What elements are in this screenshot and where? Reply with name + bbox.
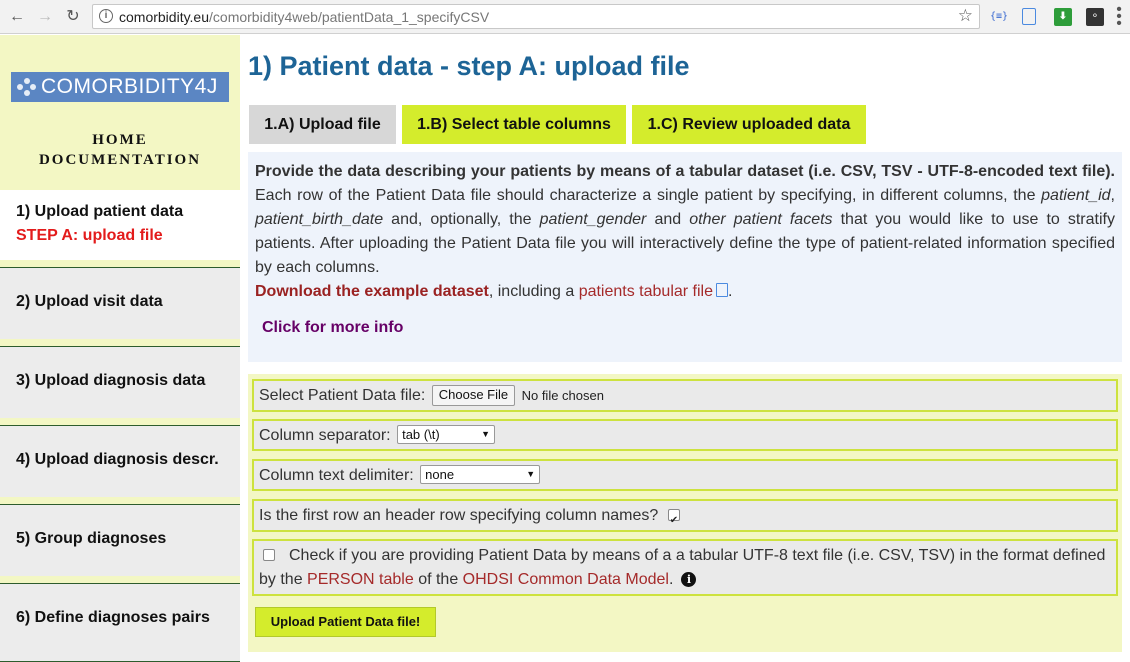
omop-format-option: Check if you are providing Patient Data … — [252, 539, 1118, 596]
address-bar[interactable]: i comorbidity.eu/comorbidity4web/patient… — [92, 4, 980, 29]
forward-arrow-icon[interactable]: → — [34, 6, 56, 28]
tab-upload-file[interactable]: 1.A) Upload file — [249, 105, 396, 144]
omop-format-checkbox[interactable] — [263, 549, 275, 561]
sidebar-item-define-diagnoses-pairs[interactable]: 6) Define diagnoses pairs — [0, 583, 240, 662]
instructions-box: Provide the data describing your patient… — [248, 152, 1122, 362]
logo[interactable]: COMORBIDITY4J — [11, 72, 229, 102]
browser-toolbar: ← → ↻ i comorbidity.eu/comorbidity4web/p… — [0, 0, 1130, 34]
person-table-link[interactable]: PERSON table — [307, 571, 414, 588]
sidebar-item-upload-patient-data[interactable]: 1) Upload patient data STEP A: upload fi… — [0, 190, 240, 260]
sidebar-item-label: 6) Define diagnoses pairs — [16, 609, 210, 626]
bulb-extension-icon[interactable]: ⚬ — [1086, 8, 1104, 26]
more-info-link[interactable]: Click for more info — [262, 316, 403, 340]
sidebar-item-label: 3) Upload diagnosis data — [16, 372, 206, 389]
file-select-row: Select Patient Data file: Choose File No… — [252, 379, 1118, 412]
instructions-text: Each row of the Patient Data file should… — [255, 187, 1042, 204]
info-icon[interactable]: i — [681, 572, 697, 587]
term-patient-gender: patient_gender — [539, 211, 647, 228]
url-text: comorbidity.eu/comorbidity4web/patientDa… — [119, 9, 489, 25]
file-status-text: No file chosen — [521, 388, 604, 403]
column-separator-select[interactable]: tab (\t) ▼ — [397, 425, 496, 444]
patients-tabular-file-link[interactable]: patients tabular file — [579, 283, 713, 300]
text-delimiter-label: Column text delimiter: — [259, 467, 414, 484]
sidebar-item-label: 5) Group diagnoses — [16, 530, 167, 547]
download-text: , including a — [488, 283, 579, 300]
sidebar-item-substep: STEP A: upload file — [16, 227, 163, 244]
instructions-lead: Provide the data describing your patient… — [255, 163, 1115, 180]
url-domain: comorbidity.eu — [119, 9, 210, 25]
sidebar-item-label: 4) Upload diagnosis descr. — [16, 451, 219, 468]
column-separator-value: tab (\t) — [402, 427, 440, 442]
text-delimiter-select[interactable]: none ▼ — [420, 465, 541, 484]
nav-home-link[interactable]: HOME — [0, 132, 240, 149]
term-patient-id: patient_id — [1041, 187, 1111, 204]
omop-format-text: . — [668, 571, 674, 588]
header-row-label: Is the first row an header row specifyin… — [259, 507, 659, 524]
dropdown-caret-icon: ▼ — [526, 469, 536, 479]
download-text-end: . — [728, 283, 733, 300]
text-delimiter-row: Column text delimiter: none ▼ — [252, 459, 1118, 491]
text-delimiter-value: none — [425, 467, 455, 482]
upload-form: Select Patient Data file: Choose File No… — [248, 374, 1122, 652]
site-info-icon[interactable]: i — [99, 9, 113, 23]
file-download-icon[interactable] — [716, 283, 728, 297]
bookmark-star-icon[interactable]: ☆ — [958, 6, 973, 26]
header-row-checkbox[interactable] — [667, 506, 680, 536]
omop-format-text: of the — [413, 571, 463, 588]
reload-icon[interactable]: ↻ — [62, 6, 84, 28]
term-patient-birth-date: patient_birth_date — [255, 211, 384, 228]
sidebar-item-upload-diagnosis-data[interactable]: 3) Upload diagnosis data — [0, 346, 240, 418]
term-other-patient-facets: other patient facets — [689, 211, 833, 228]
instructions-text: and — [646, 211, 690, 228]
dropdown-caret-icon: ▼ — [481, 429, 491, 439]
json-extension-icon[interactable]: {≡} — [990, 8, 1008, 26]
column-separator-label: Column separator: — [259, 427, 391, 444]
choose-file-button[interactable]: Choose File — [431, 385, 516, 406]
sidebar: COMORBIDITY4J HOME DOCUMENTATION 1) Uplo… — [0, 35, 240, 662]
download-extension-icon[interactable]: ⬇ — [1054, 8, 1072, 26]
back-arrow-icon[interactable]: ← — [6, 6, 28, 28]
sidebar-item-group-diagnoses[interactable]: 5) Group diagnoses — [0, 504, 240, 576]
browser-menu-icon[interactable]: • • • — [1114, 2, 1124, 32]
nav-documentation-link[interactable]: DOCUMENTATION — [0, 152, 240, 169]
header-row-option: Is the first row an header row specifyin… — [252, 499, 1118, 536]
sidebar-item-upload-visit-data[interactable]: 2) Upload visit data — [0, 267, 240, 339]
instructions-text: and, optionally, the — [383, 211, 540, 228]
page-title: 1) Patient data - step A: upload file — [248, 51, 690, 81]
sidebar-item-upload-diagnosis-descr[interactable]: 4) Upload diagnosis descr. — [0, 425, 240, 497]
url-path: /comorbidity4web/patientData_1_specifyCS… — [209, 9, 490, 25]
tab-review-uploaded-data[interactable]: 1.C) Review uploaded data — [632, 105, 866, 144]
sidebar-item-label: 2) Upload visit data — [16, 293, 163, 310]
document-extension-icon[interactable] — [1022, 8, 1036, 25]
network-logo-icon — [17, 78, 37, 96]
ohdsi-cdm-link[interactable]: OHDSI Common Data Model — [463, 571, 669, 588]
column-separator-row: Column separator: tab (\t) ▼ — [252, 419, 1118, 451]
file-select-label: Select Patient Data file: — [259, 387, 426, 404]
tab-select-table-columns[interactable]: 1.B) Select table columns — [402, 105, 626, 144]
upload-patient-data-button[interactable]: Upload Patient Data file! — [255, 607, 436, 637]
sidebar-item-label: 1) Upload patient data — [16, 203, 184, 220]
instructions-text: , — [1110, 187, 1115, 204]
logo-text: COMORBIDITY4J — [41, 75, 218, 98]
download-example-dataset-link[interactable]: Download the example dataset — [255, 283, 489, 300]
